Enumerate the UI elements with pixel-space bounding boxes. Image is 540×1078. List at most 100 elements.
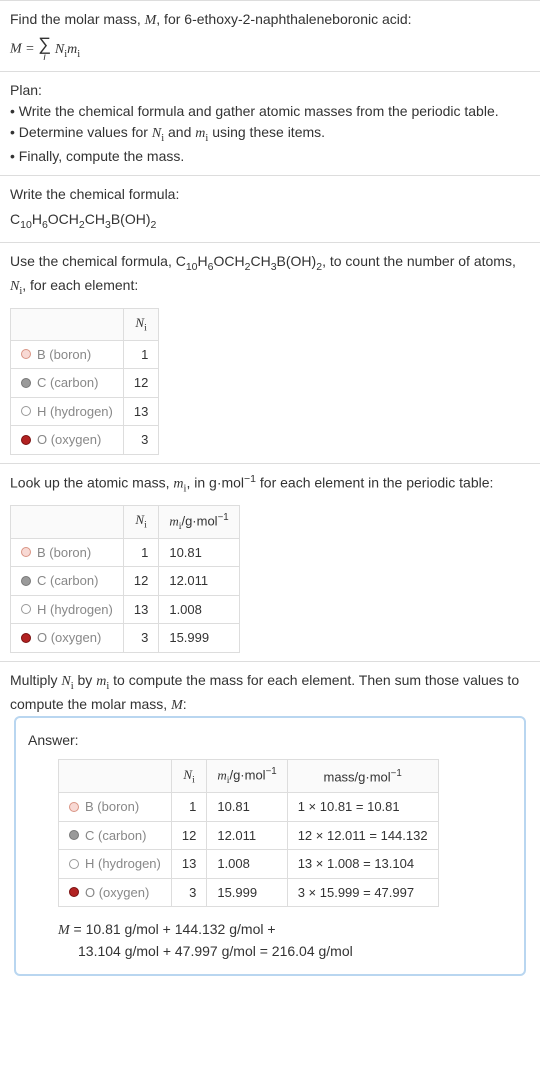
lk-m: m <box>173 476 183 491</box>
table-row: C (carbon)12 <box>11 369 159 398</box>
ai: i <box>192 775 195 786</box>
element-cell: H (hydrogen) <box>59 850 172 879</box>
element-dot-icon <box>21 435 31 445</box>
plan-bullet-3: • Finally, compute the mass. <box>10 146 530 167</box>
element-dot-icon <box>21 547 31 557</box>
m-cell: 1.008 <box>207 850 287 879</box>
pb2-a: • Determine values for <box>10 124 152 140</box>
element-cell: C (carbon) <box>11 567 124 596</box>
m-cell: 15.999 <box>159 624 239 653</box>
hdr-empty <box>59 760 172 793</box>
hdr-empty <box>11 505 124 538</box>
table-row: O (oxygen)3 <box>11 426 159 455</box>
lk-c: for each element in the periodic table: <box>256 474 493 490</box>
lk-exp: −1 <box>244 473 256 485</box>
element-dot-icon <box>69 859 79 869</box>
table-row: H (hydrogen)13 <box>11 397 159 426</box>
n-cell: 13 <box>171 850 206 879</box>
ams: mass/g·mol <box>323 769 390 784</box>
element-cell: C (carbon) <box>11 369 124 398</box>
formula-section: Write the chemical formula: C10H6OCH2CH3… <box>0 175 540 242</box>
result-line2: 13.104 g/mol + 47.997 g/mol = 216.04 g/m… <box>28 941 512 962</box>
m-cell: 12.011 <box>207 821 287 850</box>
table-row: H (hydrogen) 131.00813 × 1.008 = 13.104 <box>59 850 439 879</box>
intro-equation: M = ∑i Nimi <box>10 35 530 63</box>
hmu2: /g·mol <box>181 513 217 528</box>
element-dot-icon <box>21 633 31 643</box>
mass-cell: 3 × 15.999 = 47.997 <box>287 878 438 907</box>
pb2-end: using these items. <box>208 124 325 140</box>
f-2b: 2 <box>151 219 157 231</box>
hm2: m <box>169 513 178 528</box>
mu-d: : <box>183 696 187 712</box>
element-cell: B (boron) <box>11 340 124 369</box>
table-row: B (boron)110.81 <box>11 538 240 567</box>
ct-N: N <box>10 279 19 294</box>
answer-title: Answer: <box>28 730 512 751</box>
sub-i2: i <box>77 48 80 59</box>
element-dot-icon <box>21 576 31 586</box>
element-name: C (carbon) <box>85 828 146 843</box>
element-dot-icon <box>69 887 79 897</box>
hdr-mi: mi/g·mol−1 <box>207 760 287 793</box>
mass-cell: 13 × 1.008 = 13.104 <box>287 850 438 879</box>
pb2-N: N <box>152 126 161 141</box>
mass-cell: 1 × 10.81 = 10.81 <box>287 793 438 822</box>
intro-text: Find the molar mass, M, for 6-ethoxy-2-n… <box>10 9 530 31</box>
pb2-and: and <box>164 124 195 140</box>
element-name: O (oxygen) <box>37 630 101 645</box>
table-row: O (oxygen)315.999 <box>11 624 240 653</box>
count-text: Use the chemical formula, C10H6OCH2CH3B(… <box>10 251 530 300</box>
n-cell: 1 <box>123 340 158 369</box>
ct-c: OCH <box>214 253 245 269</box>
element-dot-icon <box>21 604 31 614</box>
pb2-m: m <box>195 126 205 141</box>
n-cell: 3 <box>171 878 206 907</box>
lk-b: , in g·mol <box>186 474 244 490</box>
am: m <box>217 768 226 783</box>
plan-section: Plan: • Write the chemical formula and g… <box>0 71 540 176</box>
element-name: B (boron) <box>37 545 91 560</box>
f-o: O <box>48 211 59 227</box>
element-dot-icon <box>69 802 79 812</box>
element-cell: H (hydrogen) <box>11 397 124 426</box>
var-M: M <box>145 13 157 28</box>
intro-part1: Find the molar mass, <box>10 11 145 27</box>
m-cell: 10.81 <box>207 793 287 822</box>
formula-title: Write the chemical formula: <box>10 184 530 205</box>
mass-cell: 12 × 12.011 = 144.132 <box>287 821 438 850</box>
answer-box: Answer: Ni mi/g·mol−1 mass/g·mol−1 B (bo… <box>14 716 526 976</box>
element-name: H (hydrogen) <box>85 856 161 871</box>
plan-title: Plan: <box>10 80 530 101</box>
element-dot-icon <box>21 349 31 359</box>
element-name: O (oxygen) <box>37 432 101 447</box>
intro-section: Find the molar mass, M, for 6-ethoxy-2-n… <box>0 0 540 71</box>
element-cell: H (hydrogen) <box>11 595 124 624</box>
amu: /g·mol <box>229 768 265 783</box>
f-10: 10 <box>20 219 32 231</box>
m-cell: 10.81 <box>159 538 239 567</box>
hme2: −1 <box>218 512 229 523</box>
count-section: Use the chemical formula, C10H6OCH2CH3B(… <box>0 242 540 463</box>
mu-a: Multiply <box>10 672 61 688</box>
ra: = 10.81 g/mol + 144.132 g/mol + <box>70 921 276 937</box>
ct-10: 10 <box>186 261 198 273</box>
n-cell: 12 <box>171 821 206 850</box>
table-header-row: Ni mi/g·mol−1 <box>11 505 240 538</box>
m-cell: 1.008 <box>159 595 239 624</box>
ame: −1 <box>266 766 277 777</box>
element-cell: O (oxygen) <box>59 878 172 907</box>
table-row: O (oxygen)315.9993 × 15.999 = 47.997 <box>59 878 439 907</box>
lookup-section: Look up the atomic mass, mi, in g·mol−1 … <box>0 463 540 661</box>
eq-lhs: M = <box>10 42 38 57</box>
eq-rhs: Nimi <box>55 42 80 57</box>
m-cell: 15.999 <box>207 878 287 907</box>
f-h: H <box>32 211 42 227</box>
element-name: H (hydrogen) <box>37 404 113 419</box>
rM: M <box>58 923 70 938</box>
element-dot-icon <box>69 830 79 840</box>
multiply-section: Multiply Ni by mi to compute the mass fo… <box>0 661 540 994</box>
mu-N: N <box>61 674 70 689</box>
hdr-mi: mi/g·mol−1 <box>159 505 239 538</box>
n-cell: 12 <box>123 369 158 398</box>
